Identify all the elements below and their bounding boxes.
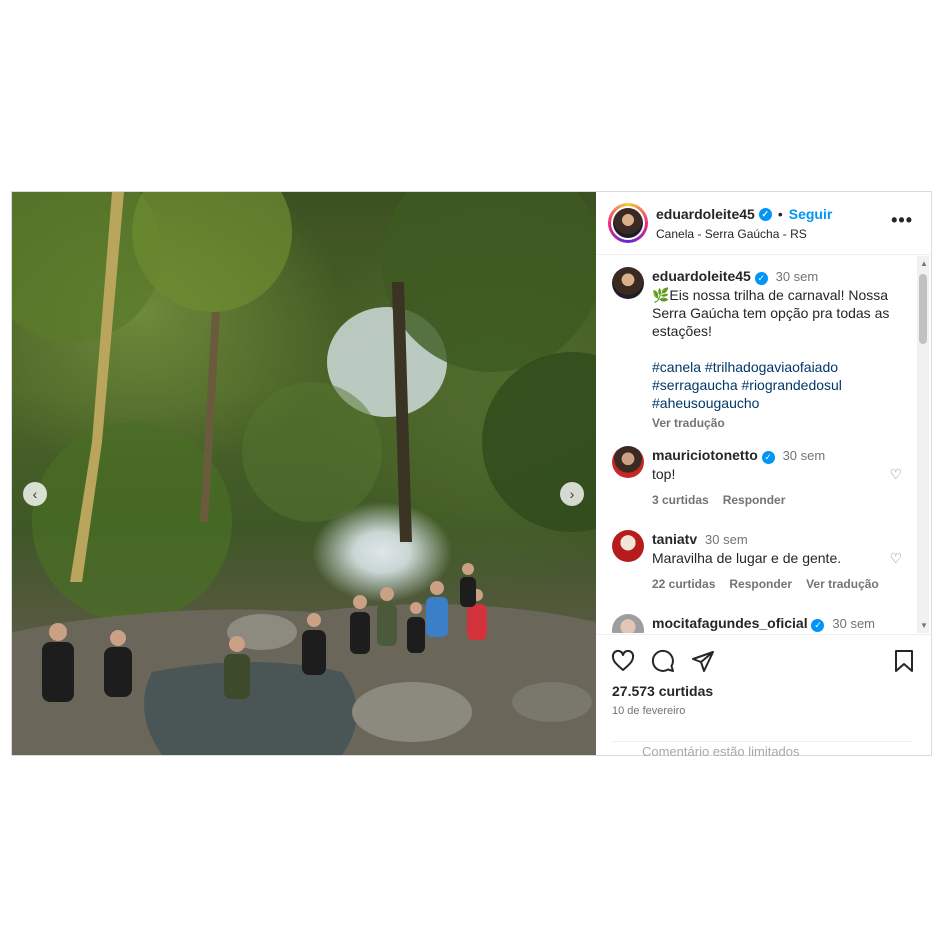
add-comment-placeholder: Comentário estão limitados xyxy=(642,744,800,756)
username-link[interactable]: eduardoleite45 xyxy=(656,206,755,222)
comment-time: 30 sem xyxy=(705,532,748,547)
verified-icon: ✓ xyxy=(761,451,775,464)
header-user-line: eduardoleite45 ✓ • Seguir xyxy=(656,206,832,222)
caption-time: 30 sem xyxy=(775,269,819,284)
comment-username[interactable]: mocitafagundes_oficial xyxy=(652,615,808,631)
verified-icon: ✓ xyxy=(754,272,768,285)
avatar[interactable] xyxy=(612,530,644,562)
avatar[interactable] xyxy=(612,614,644,633)
next-photo-button[interactable]: › xyxy=(560,482,584,506)
verified-icon: ✓ xyxy=(758,207,772,221)
translate-link[interactable]: Ver tradução xyxy=(806,577,879,591)
follow-button[interactable]: Seguir xyxy=(789,206,833,222)
avatar[interactable] xyxy=(612,267,644,299)
comment-username[interactable]: mauriciotonetto xyxy=(652,447,758,463)
comment-time: 30 sem xyxy=(782,448,826,463)
forest-trail-image xyxy=(12,192,596,755)
more-options-icon[interactable]: ••• xyxy=(891,210,913,231)
chevron-right-icon: › xyxy=(569,486,575,502)
previous-photo-button[interactable]: ‹ xyxy=(23,482,47,506)
location-link[interactable]: Canela - Serra Gaúcha - RS xyxy=(656,227,807,241)
post-photo[interactable]: ‹ › xyxy=(12,192,596,755)
chevron-left-icon: ‹ xyxy=(32,486,38,502)
scroll-down-icon[interactable]: ▼ xyxy=(920,621,928,630)
likes-count[interactable]: 27.573 curtidas xyxy=(612,683,713,699)
like-comment-icon[interactable]: ♡ xyxy=(889,466,902,483)
save-icon[interactable] xyxy=(893,649,915,673)
comment-likes[interactable]: 3 curtidas xyxy=(652,493,709,507)
post-header: eduardoleite45 ✓ • Seguir Canela - Serra… xyxy=(596,192,931,255)
separator-dot: • xyxy=(777,206,783,222)
comment-text: top! xyxy=(652,466,676,482)
caption-text: 🌿Eis nossa trilha de carnaval! Nossa Ser… xyxy=(652,287,890,339)
post-sidebar: eduardoleite45 ✓ • Seguir Canela - Serra… xyxy=(596,192,931,756)
reply-button[interactable]: Responder xyxy=(729,577,792,591)
share-icon[interactable] xyxy=(691,649,715,673)
post-date: 10 de fevereiro xyxy=(612,705,686,717)
story-ring[interactable] xyxy=(608,203,648,243)
reply-button[interactable]: Responder xyxy=(723,493,786,507)
comments-scrollbar[interactable]: ▲ ▼ xyxy=(917,256,929,633)
add-comment-area[interactable]: Comentário estão limitados xyxy=(612,741,912,756)
post-actions: 27.573 curtidas 10 de fevereiro Comentár… xyxy=(596,634,931,756)
comment-username[interactable]: taniatv xyxy=(652,531,697,547)
like-comment-icon[interactable]: ♡ xyxy=(889,550,902,567)
avatar xyxy=(613,208,643,238)
caption-hashtags[interactable]: #canela #trilhadogaviaofaiado #serragauc… xyxy=(652,358,902,412)
scroll-up-icon[interactable]: ▲ xyxy=(920,259,928,268)
like-icon[interactable] xyxy=(611,649,635,673)
caption-username[interactable]: eduardoleite45 xyxy=(652,268,751,284)
comment-likes[interactable]: 22 curtidas xyxy=(652,577,715,591)
verified-icon: ✓ xyxy=(811,619,825,632)
comment-text: Maravilha de lugar e de gente. xyxy=(652,550,842,566)
comment-time: 30 sem xyxy=(832,616,876,631)
comment-icon[interactable] xyxy=(651,649,675,673)
instagram-post: ‹ › eduardoleite45 ✓ • Seguir Canela - S… xyxy=(11,191,932,756)
translate-link[interactable]: Ver tradução xyxy=(652,416,725,430)
avatar[interactable] xyxy=(612,446,644,478)
comments-list[interactable]: eduardoleite45 ✓ 30 sem 🌿Eis nossa trilh… xyxy=(596,255,931,633)
scrollbar-thumb[interactable] xyxy=(919,274,927,344)
